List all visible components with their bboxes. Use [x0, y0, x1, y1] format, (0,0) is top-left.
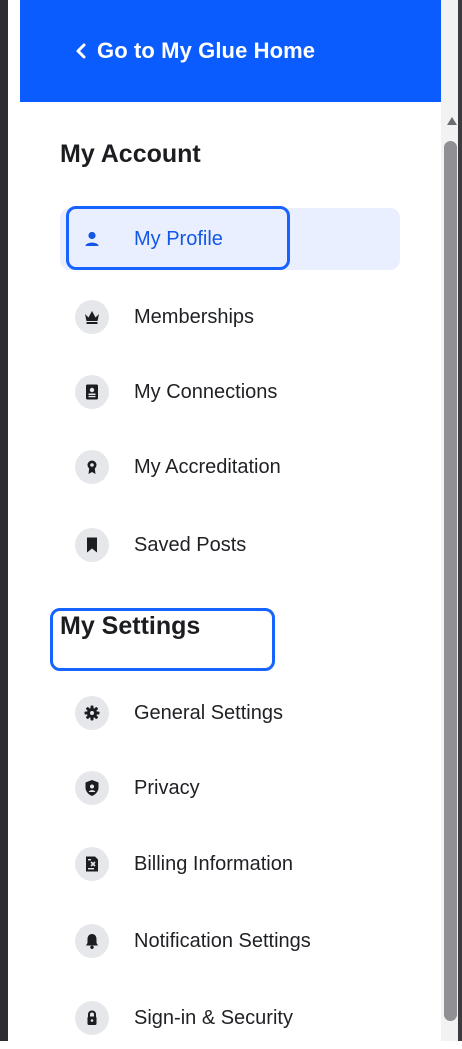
gear-icon [75, 696, 109, 730]
nav-item-memberships[interactable]: Memberships [60, 286, 400, 348]
nav-item-label: Privacy [134, 776, 200, 799]
nav-item-label: General Settings [134, 701, 283, 724]
nav-item-label: Billing Information [134, 852, 293, 875]
scrollbar-thumb[interactable] [444, 141, 457, 1021]
nav-item-label: My Accreditation [134, 455, 281, 478]
nav-item-my-accreditation[interactable]: My Accreditation [60, 436, 400, 498]
contact-card-icon [75, 375, 109, 409]
nav-item-label: Memberships [134, 305, 255, 328]
nav-item-label: My Profile [134, 227, 223, 250]
window-right-edge [458, 0, 462, 1041]
nav-item-privacy[interactable]: Privacy [60, 757, 400, 819]
shield-user-icon [75, 771, 109, 805]
crown-icon [75, 300, 109, 334]
nav-item-label: Notification Settings [134, 929, 311, 952]
nav-item-sign-in-security[interactable]: Sign-in & Security [60, 987, 400, 1049]
person-icon [75, 222, 109, 256]
go-home-link[interactable]: Go to My Glue Home [73, 38, 315, 64]
nav-item-my-profile[interactable]: My Profile [60, 208, 400, 270]
go-home-label: Go to My Glue Home [97, 38, 316, 63]
my-account-heading: My Account [60, 140, 201, 168]
lock-icon [75, 1001, 109, 1035]
billing-icon [75, 847, 109, 881]
nav-item-my-connections[interactable]: My Connections [60, 361, 400, 423]
award-badge-icon [75, 450, 109, 484]
window-left-edge [0, 0, 8, 1041]
header-bar: Go to My Glue Home [20, 0, 441, 102]
nav-item-billing-information[interactable]: Billing Information [60, 833, 400, 895]
scroll-up-arrow-icon[interactable] [446, 116, 458, 126]
nav-item-label: My Connections [134, 380, 278, 403]
my-settings-heading: My Settings [60, 612, 201, 640]
nav-item-notification-settings[interactable]: Notification Settings [60, 910, 400, 972]
nav-item-label: Sign-in & Security [134, 1006, 293, 1029]
nav-item-label: Saved Posts [134, 533, 247, 556]
nav-item-general-settings[interactable]: General Settings [60, 682, 400, 744]
bell-icon [75, 924, 109, 958]
chevron-left-icon [76, 43, 86, 59]
nav-item-saved-posts[interactable]: Saved Posts [60, 514, 400, 576]
bookmark-icon [75, 528, 109, 562]
